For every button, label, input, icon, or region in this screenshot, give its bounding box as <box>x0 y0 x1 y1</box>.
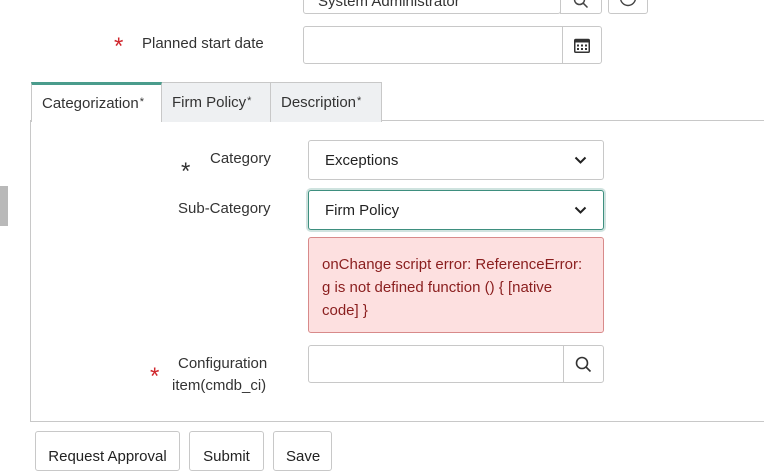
top-search-button[interactable] <box>560 0 602 14</box>
category-value: Exceptions <box>325 151 399 169</box>
tab-divider <box>380 120 764 121</box>
sub-category-value: Firm Policy <box>325 201 400 219</box>
field-error-message: onChange script error: ReferenceError: g… <box>308 237 604 333</box>
configuration-item-label-line2: item(cmdb_ci) <box>172 377 267 394</box>
sub-category-select[interactable]: Firm Policy <box>308 190 604 230</box>
top-info-button[interactable] <box>608 0 648 14</box>
tab-modified-mark: * <box>139 95 145 108</box>
chevron-down-icon <box>574 206 587 214</box>
configuration-item-search-button[interactable] <box>563 345 604 383</box>
tab-firm-policy[interactable]: Firm Policy * <box>161 82 271 122</box>
required-indicator: * <box>181 158 191 185</box>
search-icon <box>575 356 592 372</box>
scrollbar-handle[interactable] <box>0 186 8 226</box>
configuration-item-label-line1: Configuration <box>178 355 268 372</box>
tab-label: Description <box>281 94 357 111</box>
category-label: Category <box>210 150 271 167</box>
tab-modified-mark: * <box>357 94 362 107</box>
required-indicator: * <box>150 363 160 390</box>
sub-category-label: Sub-Category <box>178 200 271 217</box>
info-icon <box>620 0 636 7</box>
chevron-down-icon <box>574 156 587 164</box>
tab-categorization[interactable]: Categorization * <box>31 82 162 122</box>
planned-start-input[interactable] <box>303 26 563 64</box>
required-indicator: * <box>114 33 124 60</box>
configuration-item-input[interactable] <box>308 345 564 383</box>
category-select[interactable]: Exceptions <box>308 140 604 180</box>
search-icon <box>573 0 589 9</box>
calendar-button[interactable] <box>562 26 602 64</box>
tab-label: Firm Policy <box>172 94 247 111</box>
assigned-user-field[interactable]: System Administrator <box>303 0 561 14</box>
planned-start-label: Planned start date <box>142 35 264 52</box>
submit-button[interactable]: Submit <box>189 431 264 471</box>
tab-description[interactable]: Description * <box>270 82 382 122</box>
request-approval-button[interactable]: Request Approval <box>35 431 180 471</box>
save-button[interactable]: Save <box>273 431 332 471</box>
tab-label: Categorization <box>42 95 139 112</box>
tab-modified-mark: * <box>247 94 252 107</box>
calendar-icon <box>574 38 590 53</box>
